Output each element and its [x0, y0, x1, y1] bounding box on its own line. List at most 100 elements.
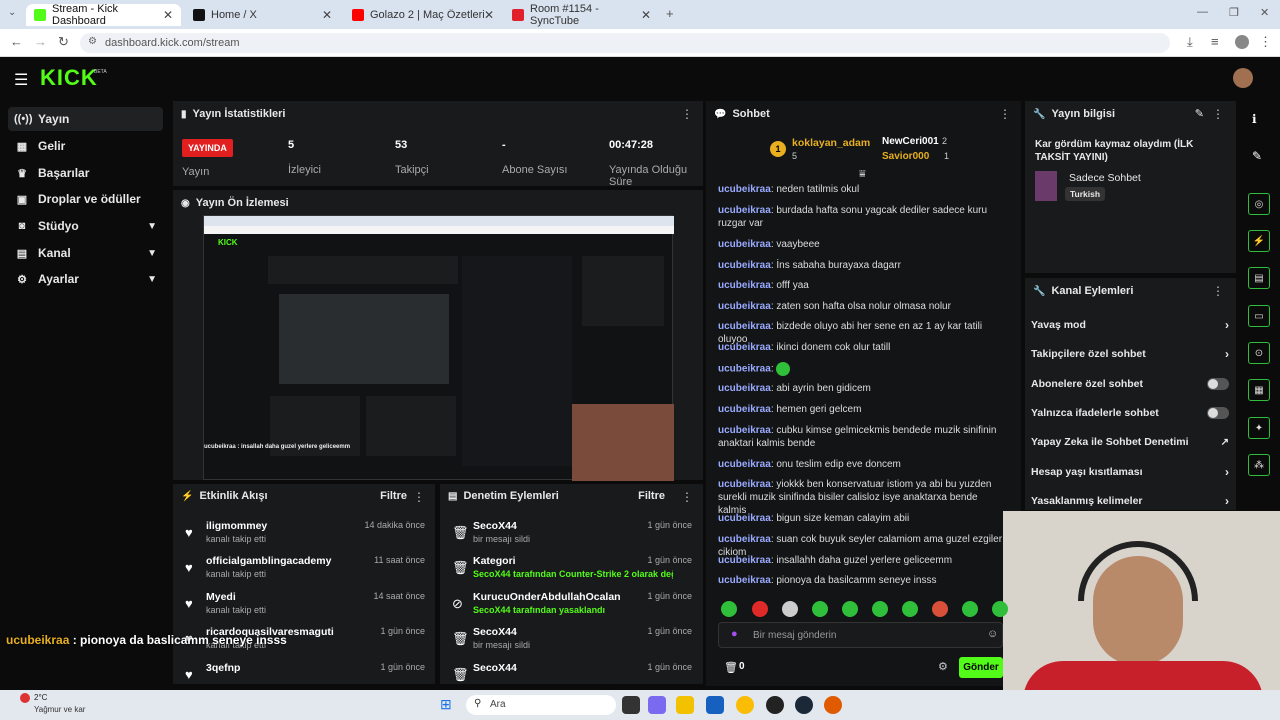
sidebar-item-droplar[interactable]: ▣ Droplar ve ödüller	[8, 187, 163, 211]
back-icon[interactable]: ←	[10, 34, 23, 49]
profile-avatar-icon[interactable]	[1235, 35, 1249, 49]
window-close-icon[interactable]: ✕	[1260, 6, 1269, 19]
tab-x-home[interactable]: Home / X ✕	[185, 4, 340, 26]
activity-filter-button[interactable]: Filtre	[380, 490, 407, 502]
steam-icon[interactable]	[795, 696, 813, 714]
sidebar-item-basarilar[interactable]: ♛ Başarılar	[8, 161, 163, 185]
chat-username[interactable]: ucubeikraa	[718, 383, 771, 394]
bolt-icon[interactable]: ⚡	[1248, 230, 1270, 252]
chat-username[interactable]: ucubeikraa	[718, 321, 771, 332]
emote-icon[interactable]	[992, 601, 1008, 617]
file-explorer-icon[interactable]	[676, 696, 694, 714]
weather-icon[interactable]	[20, 693, 30, 703]
site-info-icon[interactable]: ⚙	[88, 36, 97, 47]
app-icon[interactable]	[824, 696, 842, 714]
emote-icon[interactable]	[872, 601, 888, 617]
action-slow-mode[interactable]: Yavaş mod ›	[1031, 314, 1229, 336]
chat-username[interactable]: ucubeikraa	[718, 404, 771, 415]
sidebar-item-gelir[interactable]: ▦ Gelir	[8, 134, 163, 158]
toggle-switch[interactable]	[1207, 407, 1229, 419]
chat-username[interactable]: ucubeikraa	[718, 205, 771, 216]
task-view-icon[interactable]	[622, 696, 640, 714]
top-gifter-1[interactable]: koklayan_adam	[792, 137, 870, 149]
new-tab-icon[interactable]: +	[666, 6, 674, 21]
actions-menu-icon[interactable]: ⋮	[1212, 284, 1224, 298]
sidebar-item-ayarlar[interactable]: ⚙ Ayarlar ▼	[8, 267, 163, 291]
emote-icon[interactable]	[812, 601, 828, 617]
preview-video[interactable]: KICK ucubeikraa : insallah daha guzel ye…	[203, 215, 674, 481]
forward-icon[interactable]: →	[34, 34, 47, 49]
close-icon[interactable]: ✕	[484, 8, 494, 22]
action-banned-words[interactable]: Yasaklanmış kelimeler ›	[1031, 490, 1229, 512]
download-icon[interactable]: ⤓	[1187, 34, 1193, 50]
info-menu-icon[interactable]: ⋮	[1212, 107, 1224, 121]
chat-username[interactable]: ucubeikraa	[718, 555, 771, 566]
emote-icon[interactable]	[902, 601, 918, 617]
emote-icon[interactable]	[721, 601, 737, 617]
chat-username[interactable]: ucubeikraa	[718, 459, 771, 470]
maximize-icon[interactable]: ❐	[1229, 6, 1239, 19]
chat-input[interactable]: ● Bir mesaj gönderin ☺	[718, 622, 1003, 648]
minimize-icon[interactable]: —	[1197, 6, 1208, 18]
emote-icon[interactable]	[752, 601, 768, 617]
close-icon[interactable]: ✕	[641, 8, 651, 22]
emote-icon[interactable]	[842, 601, 858, 617]
emote-icon[interactable]	[782, 601, 798, 617]
sidebar-item-studyo[interactable]: ◙ Stüdyo ▼	[8, 214, 163, 238]
chat-username[interactable]: ucubeikraa	[718, 301, 771, 312]
top-gifter-3[interactable]: Savior000	[882, 151, 929, 162]
category-name[interactable]: Sadece Sohbet	[1069, 172, 1141, 184]
emoji-icon[interactable]: ☺	[987, 628, 998, 640]
chat-username[interactable]: ucubeikraa	[718, 239, 771, 250]
toggle-switch[interactable]	[1207, 378, 1229, 390]
user-avatar[interactable]	[1233, 68, 1253, 88]
reload-icon[interactable]: ↻	[58, 34, 69, 50]
store-icon[interactable]	[706, 696, 724, 714]
pencil-icon[interactable]: ✎	[1252, 149, 1262, 163]
info-icon[interactable]: ℹ	[1252, 112, 1257, 126]
camera-icon[interactable]: ◎	[1248, 193, 1270, 215]
chat-menu-icon[interactable]: ⋮	[999, 107, 1011, 121]
tab-kick-dashboard[interactable]: Stream - Kick Dashboard ✕	[26, 3, 181, 27]
moderation-filter-button[interactable]: Filtre	[638, 490, 665, 502]
users-icon[interactable]: ⁂	[1248, 454, 1270, 476]
broadcast-icon[interactable]: ⊙	[1248, 342, 1270, 364]
close-icon[interactable]: ✕	[322, 8, 332, 22]
chat-username[interactable]: ucubeikraa	[718, 513, 771, 524]
action-ai-moderation[interactable]: Yapay Zeka ile Sohbet Denetimi ↗	[1031, 431, 1229, 453]
chat-username[interactable]: ucubeikraa	[718, 342, 771, 353]
tab-list-icon[interactable]: ⌄	[8, 7, 16, 18]
kick-logo[interactable]: KICK	[40, 65, 98, 91]
send-button[interactable]: Gönder	[959, 657, 1003, 678]
chat-settings-icon[interactable]: ⚙	[938, 660, 948, 673]
chat-username[interactable]: ucubeikraa	[718, 184, 771, 195]
chat-username[interactable]: ucubeikraa	[718, 479, 771, 490]
moderation-menu-icon[interactable]: ⋮	[681, 490, 693, 504]
edit-icon[interactable]: ✎	[1195, 107, 1204, 120]
clipboard-icon[interactable]: ▤	[1248, 267, 1270, 289]
browser-menu-icon[interactable]: ⋮	[1259, 34, 1272, 50]
chat-icon[interactable]: ▭	[1248, 305, 1270, 327]
chat-username[interactable]: ucubeikraa	[718, 534, 771, 545]
tab-youtube[interactable]: Golazo 2 | Maç Özetleri - YouTu ✕	[344, 4, 502, 26]
tab-synctube[interactable]: Room #1154 - SyncTube ✕	[504, 3, 659, 27]
action-emotes-only[interactable]: Yalnızca ifadelerle sohbet	[1031, 402, 1229, 424]
windows-start-icon[interactable]: ⊞	[440, 696, 452, 713]
action-subscribers-only[interactable]: Abonelere özel sohbet	[1031, 373, 1229, 395]
layout-icon[interactable]: ▦	[1248, 379, 1270, 401]
emote-icon[interactable]	[932, 601, 948, 617]
chat-username[interactable]: ucubeikraa	[718, 425, 771, 436]
mic-icon[interactable]: ●	[731, 628, 738, 640]
url-input[interactable]: ⚙ dashboard.kick.com/stream	[80, 33, 1170, 53]
obs-icon[interactable]	[766, 696, 784, 714]
action-account-age[interactable]: Hesap yaşı kısıtlaması ›	[1031, 461, 1229, 483]
collapse-icon[interactable]: ⩸	[859, 168, 866, 181]
action-followers-only[interactable]: Takipçilere özel sohbet ›	[1031, 343, 1229, 365]
copilot-icon[interactable]	[648, 696, 666, 714]
chat-username[interactable]: ucubeikraa	[718, 280, 771, 291]
sidebar-item-yayin[interactable]: ((•)) Yayın	[8, 107, 163, 131]
top-gifter-2[interactable]: NewCeri001	[882, 136, 939, 147]
emote-icon[interactable]	[962, 601, 978, 617]
hamburger-menu-icon[interactable]: ☰	[14, 70, 28, 90]
activity-menu-icon[interactable]: ⋮	[413, 490, 425, 504]
